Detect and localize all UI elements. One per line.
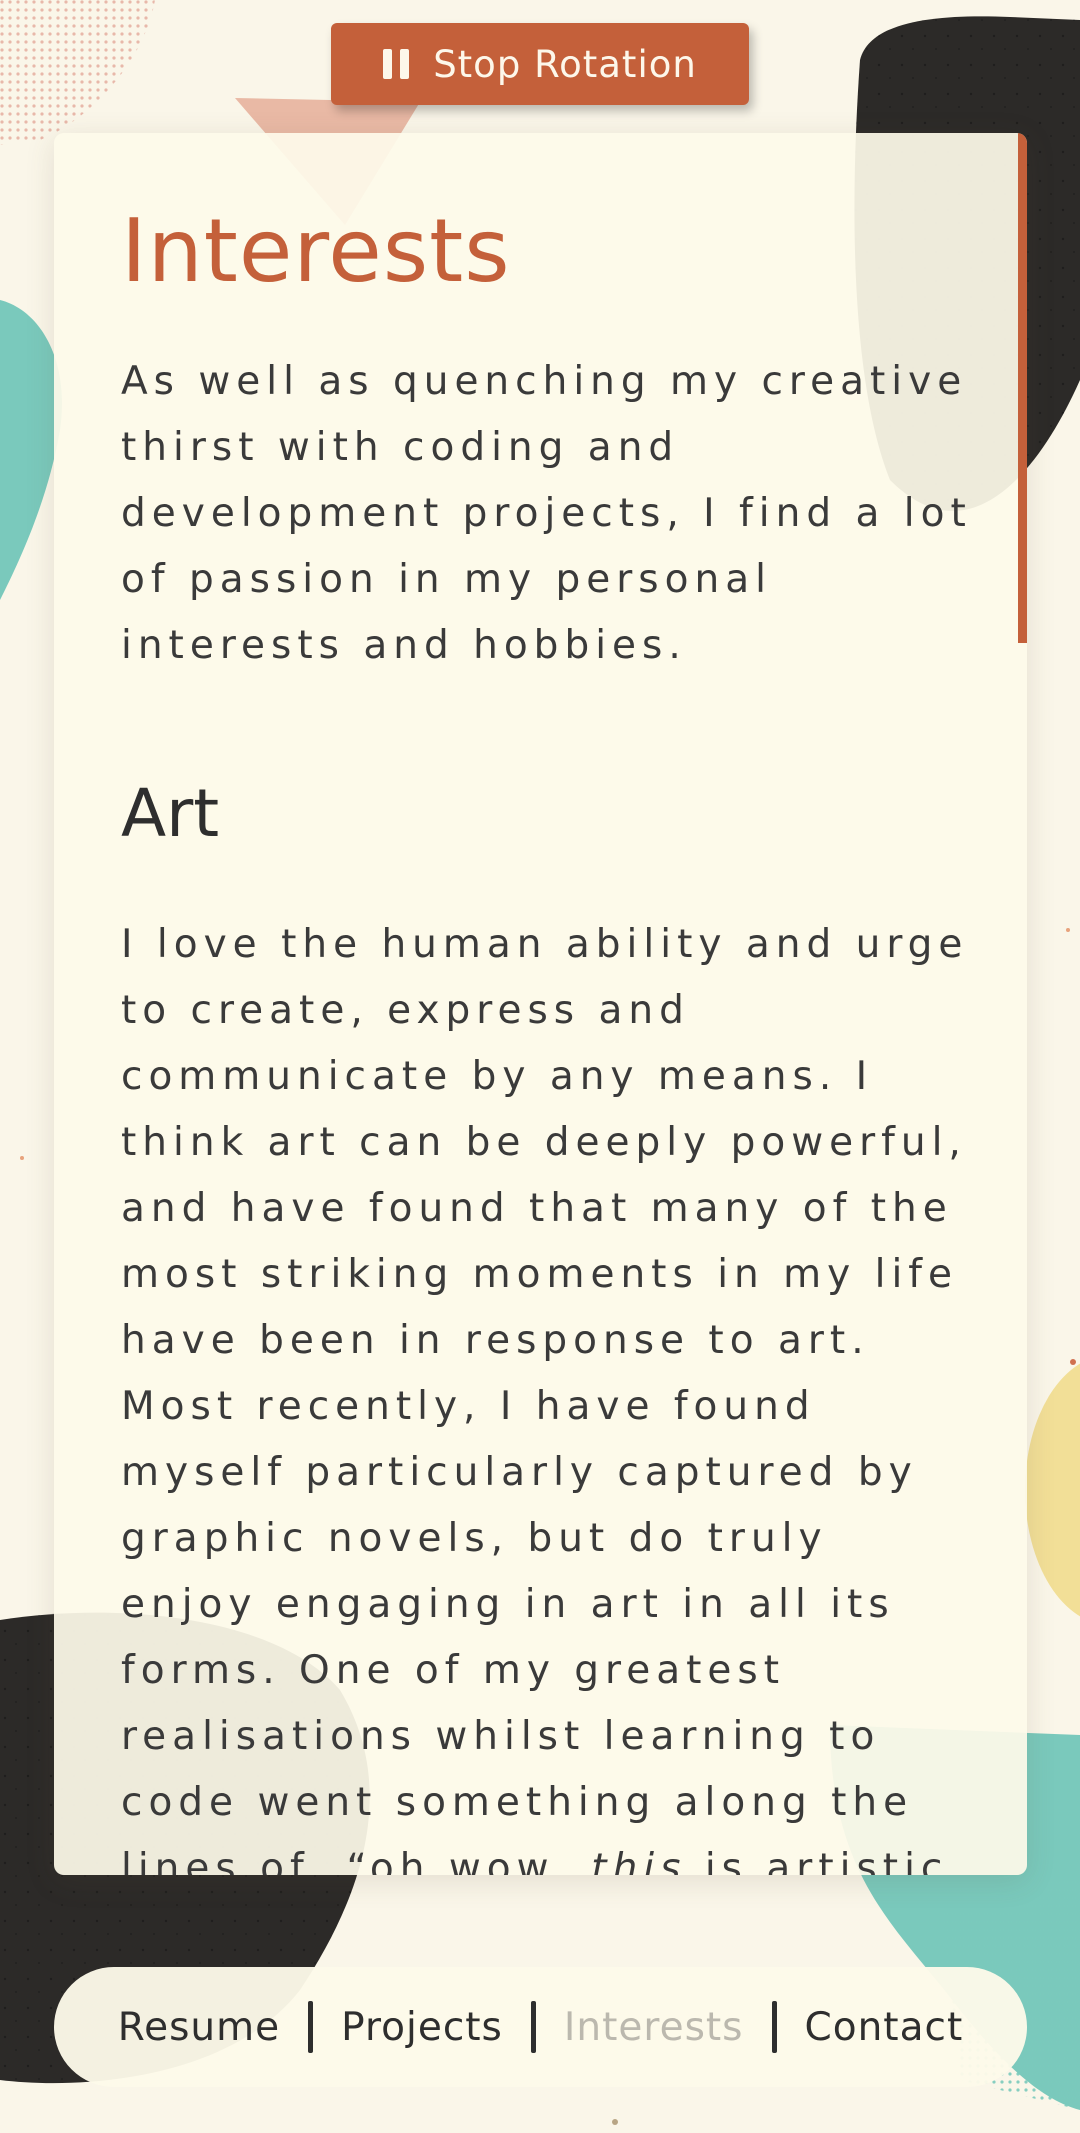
art-text-emphasis: this xyxy=(591,1846,687,1875)
stop-rotation-button[interactable]: Stop Rotation xyxy=(331,23,749,105)
yellow-blob-right xyxy=(1025,1363,1080,1617)
art-paragraph: I love the human ability and urge to cre… xyxy=(121,912,981,1875)
nav-link-resume[interactable]: Resume xyxy=(90,2005,308,2050)
nav-link-projects[interactable]: Projects xyxy=(313,2005,531,2050)
page-title: Interests xyxy=(121,200,511,302)
intro-paragraph: As well as quenching my creative thirst … xyxy=(121,359,972,668)
stop-rotation-label: Stop Rotation xyxy=(433,42,697,86)
interests-card[interactable]: Interests As well as quenching my creati… xyxy=(54,133,1027,1875)
card-content: Interests As well as quenching my creati… xyxy=(121,203,1021,1875)
pink-dot-blob xyxy=(0,0,155,145)
bottom-navigation: Resume Projects Interests Contact xyxy=(54,1967,1027,2087)
scrollbar-thumb[interactable] xyxy=(1018,133,1027,643)
section-heading-art: Art xyxy=(121,775,220,852)
nav-link-contact[interactable]: Contact xyxy=(777,2005,992,2050)
teal-blob-left xyxy=(0,300,62,600)
nav-link-interests[interactable]: Interests xyxy=(536,2005,772,2050)
art-text-before: I love the human ability and urge to cre… xyxy=(121,922,969,1875)
pause-icon xyxy=(383,49,410,79)
